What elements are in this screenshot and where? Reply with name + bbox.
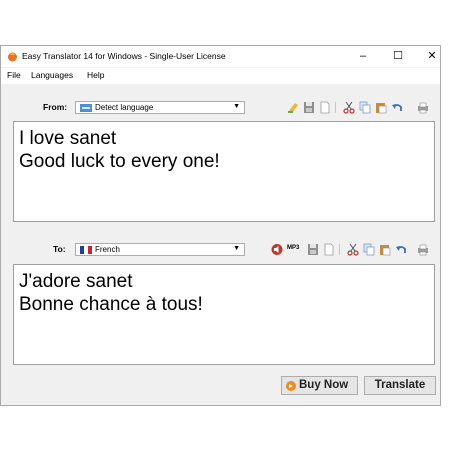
maximize-button[interactable]: ☐ — [381, 47, 415, 66]
translate-label: Translate — [374, 379, 426, 391]
source-text-area[interactable]: I love sanet Good luck to every one! — [13, 121, 435, 222]
translate-button[interactable]: Translate — [364, 376, 436, 395]
from-label: From: — [43, 102, 68, 112]
menu-file[interactable]: File — [7, 70, 21, 80]
paste-icon[interactable] — [375, 101, 387, 114]
new-document-icon[interactable] — [319, 101, 331, 114]
cut-icon[interactable] — [347, 243, 359, 256]
new-document-icon[interactable] — [323, 243, 335, 256]
chevron-down-icon: ▼ — [233, 245, 240, 252]
save-icon[interactable] — [307, 243, 319, 256]
minimize-button[interactable]: – — [346, 47, 380, 66]
print-icon[interactable] — [417, 101, 429, 114]
toolbar-separator — [339, 244, 340, 255]
copy-icon[interactable] — [359, 101, 371, 114]
menu-bar: File Languages Help — [1, 68, 440, 84]
window-title: Easy Translator 14 for Windows - Single-… — [22, 51, 226, 61]
from-language-select[interactable]: Detect language ▼ — [75, 101, 245, 114]
buy-now-label: Buy Now — [299, 379, 349, 391]
menu-help[interactable]: Help — [87, 70, 104, 80]
paste-icon[interactable] — [379, 243, 391, 256]
clear-icon[interactable] — [287, 101, 299, 114]
undo-icon[interactable] — [391, 101, 403, 114]
translated-text-line: J'adore sanet — [19, 271, 133, 292]
source-text-line: I love sanet — [19, 128, 117, 149]
source-text-line: Good luck to every one! — [19, 151, 220, 172]
buy-now-button[interactable]: Buy Now — [281, 376, 358, 395]
cut-icon[interactable] — [343, 101, 355, 114]
save-icon[interactable] — [303, 101, 315, 114]
translated-text-line: Bonne chance à tous! — [19, 294, 203, 315]
from-language-value: Detect language — [95, 103, 154, 112]
detect-language-flag-icon — [80, 104, 92, 112]
mp3-icon[interactable]: MP3 — [287, 245, 299, 251]
app-window: Easy Translator 14 for Windows - Single-… — [0, 45, 441, 406]
french-flag-icon — [80, 246, 92, 254]
to-label: To: — [53, 244, 66, 254]
toolbar-separator — [335, 102, 336, 113]
app-logo-icon — [8, 52, 17, 62]
to-toolbar: MP3 — [271, 243, 437, 257]
speak-icon[interactable] — [271, 243, 283, 256]
from-toolbar — [287, 101, 437, 115]
to-language-select[interactable]: French ▼ — [75, 243, 245, 256]
menu-languages[interactable]: Languages — [31, 70, 73, 80]
to-language-value: French — [95, 245, 120, 254]
translated-text-area[interactable]: J'adore sanet Bonne chance à tous! — [13, 264, 435, 365]
copy-icon[interactable] — [363, 243, 375, 256]
print-icon[interactable] — [417, 243, 429, 256]
title-bar: Easy Translator 14 for Windows - Single-… — [1, 46, 440, 67]
buy-now-icon — [286, 381, 296, 391]
undo-icon[interactable] — [395, 243, 407, 256]
chevron-down-icon: ▼ — [233, 103, 240, 110]
close-button[interactable]: ✕ — [415, 47, 449, 66]
